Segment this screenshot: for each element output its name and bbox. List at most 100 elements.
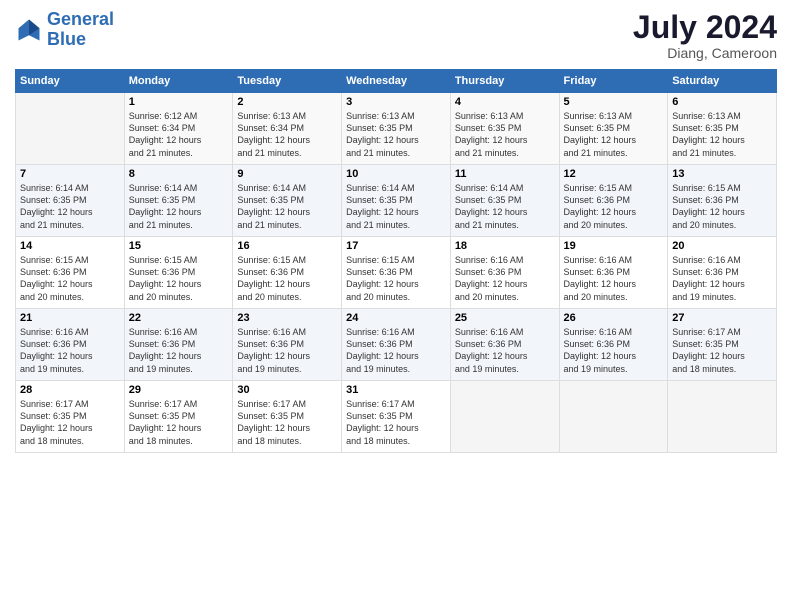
calendar-cell: 9 Sunrise: 6:14 AM Sunset: 6:35 PM Daylig… [233, 165, 342, 237]
day-info: Sunrise: 6:16 AM Sunset: 6:36 PM Dayligh… [564, 254, 664, 303]
logo-line2: Blue [47, 29, 86, 49]
day-info: Sunrise: 6:15 AM Sunset: 6:36 PM Dayligh… [346, 254, 446, 303]
day-number: 28 [20, 384, 120, 396]
day-number: 11 [455, 168, 555, 180]
week-row: 14 Sunrise: 6:15 AM Sunset: 6:36 PM Dayli… [16, 237, 777, 309]
day-number: 16 [237, 240, 337, 252]
day-number: 12 [564, 168, 664, 180]
day-number: 18 [455, 240, 555, 252]
logo-text: General Blue [47, 10, 114, 50]
calendar-cell: 14 Sunrise: 6:15 AM Sunset: 6:36 PM Dayli… [16, 237, 125, 309]
week-row: 21 Sunrise: 6:16 AM Sunset: 6:36 PM Dayli… [16, 309, 777, 381]
col-friday: Friday [559, 70, 668, 93]
day-number: 19 [564, 240, 664, 252]
calendar-cell: 6Sunrise: 6:13 AM Sunset: 6:35 PM Daylig… [668, 93, 777, 165]
day-number: 3 [346, 96, 446, 108]
calendar-cell: 30Sunrise: 6:17 AM Sunset: 6:35 PM Dayli… [233, 381, 342, 453]
day-number: 21 [20, 312, 120, 324]
calendar-cell: 3 Sunrise: 6:13 AM Sunset: 6:35 PM Daylig… [342, 93, 451, 165]
calendar-cell: 15Sunrise: 6:15 AM Sunset: 6:36 PM Dayli… [124, 237, 233, 309]
header-row: Sunday Monday Tuesday Wednesday Thursday… [16, 70, 777, 93]
day-info: Sunrise: 6:17 AM Sunset: 6:35 PM Dayligh… [672, 326, 772, 375]
day-number: 25 [455, 312, 555, 324]
subtitle: Diang, Cameroon [633, 45, 777, 61]
day-number: 26 [564, 312, 664, 324]
calendar-cell: 17 Sunrise: 6:15 AM Sunset: 6:36 PM Dayli… [342, 237, 451, 309]
day-info: Sunrise: 6:16 AM Sunset: 6:36 PM Dayligh… [20, 326, 120, 375]
day-info: Sunrise: 6:14 AM Sunset: 6:35 PM Dayligh… [237, 182, 337, 231]
day-number: 6 [672, 96, 772, 108]
day-info: Sunrise: 6:13 AM Sunset: 6:35 PM Dayligh… [346, 110, 446, 159]
day-number: 23 [237, 312, 337, 324]
calendar-cell [668, 381, 777, 453]
calendar-cell: 16Sunrise: 6:15 AM Sunset: 6:36 PM Dayli… [233, 237, 342, 309]
calendar-cell: 31Sunrise: 6:17 AM Sunset: 6:35 PM Dayli… [342, 381, 451, 453]
day-number: 1 [129, 96, 229, 108]
day-number: 20 [672, 240, 772, 252]
day-info: Sunrise: 6:13 AM Sunset: 6:34 PM Dayligh… [237, 110, 337, 159]
calendar-table: Sunday Monday Tuesday Wednesday Thursday… [15, 69, 777, 453]
col-monday: Monday [124, 70, 233, 93]
calendar-cell: 24Sunrise: 6:16 AM Sunset: 6:36 PM Dayli… [342, 309, 451, 381]
day-number: 27 [672, 312, 772, 324]
day-info: Sunrise: 6:14 AM Sunset: 6:35 PM Dayligh… [129, 182, 229, 231]
day-number: 22 [129, 312, 229, 324]
calendar-cell: 4Sunrise: 6:13 AM Sunset: 6:35 PM Daylig… [450, 93, 559, 165]
day-info: Sunrise: 6:15 AM Sunset: 6:36 PM Dayligh… [672, 182, 772, 231]
calendar-cell: 25 Sunrise: 6:16 AM Sunset: 6:36 PM Dayli… [450, 309, 559, 381]
day-info: Sunrise: 6:14 AM Sunset: 6:35 PM Dayligh… [346, 182, 446, 231]
calendar-cell: 22 Sunrise: 6:16 AM Sunset: 6:36 PM Dayli… [124, 309, 233, 381]
day-number: 14 [20, 240, 120, 252]
col-thursday: Thursday [450, 70, 559, 93]
col-saturday: Saturday [668, 70, 777, 93]
day-info: Sunrise: 6:16 AM Sunset: 6:36 PM Dayligh… [455, 326, 555, 375]
day-number: 30 [237, 384, 337, 396]
day-number: 9 [237, 168, 337, 180]
day-info: Sunrise: 6:16 AM Sunset: 6:36 PM Dayligh… [672, 254, 772, 303]
day-info: Sunrise: 6:12 AM Sunset: 6:34 PM Dayligh… [129, 110, 229, 159]
day-info: Sunrise: 6:17 AM Sunset: 6:35 PM Dayligh… [129, 398, 229, 447]
day-info: Sunrise: 6:13 AM Sunset: 6:35 PM Dayligh… [564, 110, 664, 159]
day-info: Sunrise: 6:14 AM Sunset: 6:35 PM Dayligh… [455, 182, 555, 231]
day-info: Sunrise: 6:16 AM Sunset: 6:36 PM Dayligh… [237, 326, 337, 375]
calendar-cell [559, 381, 668, 453]
calendar-cell: 5 Sunrise: 6:13 AM Sunset: 6:35 PM Daylig… [559, 93, 668, 165]
day-number: 10 [346, 168, 446, 180]
calendar-cell: 29 Sunrise: 6:17 AM Sunset: 6:35 PM Dayli… [124, 381, 233, 453]
page: General Blue July 2024 Diang, Cameroon S… [0, 0, 792, 612]
day-info: Sunrise: 6:16 AM Sunset: 6:36 PM Dayligh… [129, 326, 229, 375]
calendar-cell: 21 Sunrise: 6:16 AM Sunset: 6:36 PM Dayli… [16, 309, 125, 381]
day-info: Sunrise: 6:16 AM Sunset: 6:36 PM Dayligh… [455, 254, 555, 303]
calendar-cell: 27 Sunrise: 6:17 AM Sunset: 6:35 PM Dayli… [668, 309, 777, 381]
calendar-cell: 26Sunrise: 6:16 AM Sunset: 6:36 PM Dayli… [559, 309, 668, 381]
day-info: Sunrise: 6:15 AM Sunset: 6:36 PM Dayligh… [129, 254, 229, 303]
calendar-cell: 23 Sunrise: 6:16 AM Sunset: 6:36 PM Dayli… [233, 309, 342, 381]
day-number: 17 [346, 240, 446, 252]
day-number: 5 [564, 96, 664, 108]
day-info: Sunrise: 6:17 AM Sunset: 6:35 PM Dayligh… [346, 398, 446, 447]
day-info: Sunrise: 6:13 AM Sunset: 6:35 PM Dayligh… [455, 110, 555, 159]
day-info: Sunrise: 6:16 AM Sunset: 6:36 PM Dayligh… [346, 326, 446, 375]
calendar-cell: 12 Sunrise: 6:15 AM Sunset: 6:36 PM Dayli… [559, 165, 668, 237]
calendar-cell [450, 381, 559, 453]
week-row: 28 Sunrise: 6:17 AM Sunset: 6:35 PM Dayli… [16, 381, 777, 453]
logo-line1: General [47, 9, 114, 29]
calendar-cell: 19 Sunrise: 6:16 AM Sunset: 6:36 PM Dayli… [559, 237, 668, 309]
header: General Blue July 2024 Diang, Cameroon [15, 10, 777, 61]
calendar-cell: 8 Sunrise: 6:14 AM Sunset: 6:35 PM Daylig… [124, 165, 233, 237]
calendar-cell: 7 Sunrise: 6:14 AM Sunset: 6:35 PM Daylig… [16, 165, 125, 237]
day-number: 7 [20, 168, 120, 180]
week-row: 1 Sunrise: 6:12 AM Sunset: 6:34 PM Daylig… [16, 93, 777, 165]
calendar-cell: 18 Sunrise: 6:16 AM Sunset: 6:36 PM Dayli… [450, 237, 559, 309]
col-tuesday: Tuesday [233, 70, 342, 93]
day-info: Sunrise: 6:15 AM Sunset: 6:36 PM Dayligh… [20, 254, 120, 303]
day-number: 29 [129, 384, 229, 396]
day-info: Sunrise: 6:14 AM Sunset: 6:35 PM Dayligh… [20, 182, 120, 231]
col-wednesday: Wednesday [342, 70, 451, 93]
calendar-cell: 11 Sunrise: 6:14 AM Sunset: 6:35 PM Dayli… [450, 165, 559, 237]
calendar-cell: 28Sunrise: 6:17 AM Sunset: 6:35 PM Dayli… [16, 381, 125, 453]
day-info: Sunrise: 6:15 AM Sunset: 6:36 PM Dayligh… [564, 182, 664, 231]
col-sunday: Sunday [16, 70, 125, 93]
calendar-cell: 13Sunrise: 6:15 AM Sunset: 6:36 PM Dayli… [668, 165, 777, 237]
day-number: 8 [129, 168, 229, 180]
